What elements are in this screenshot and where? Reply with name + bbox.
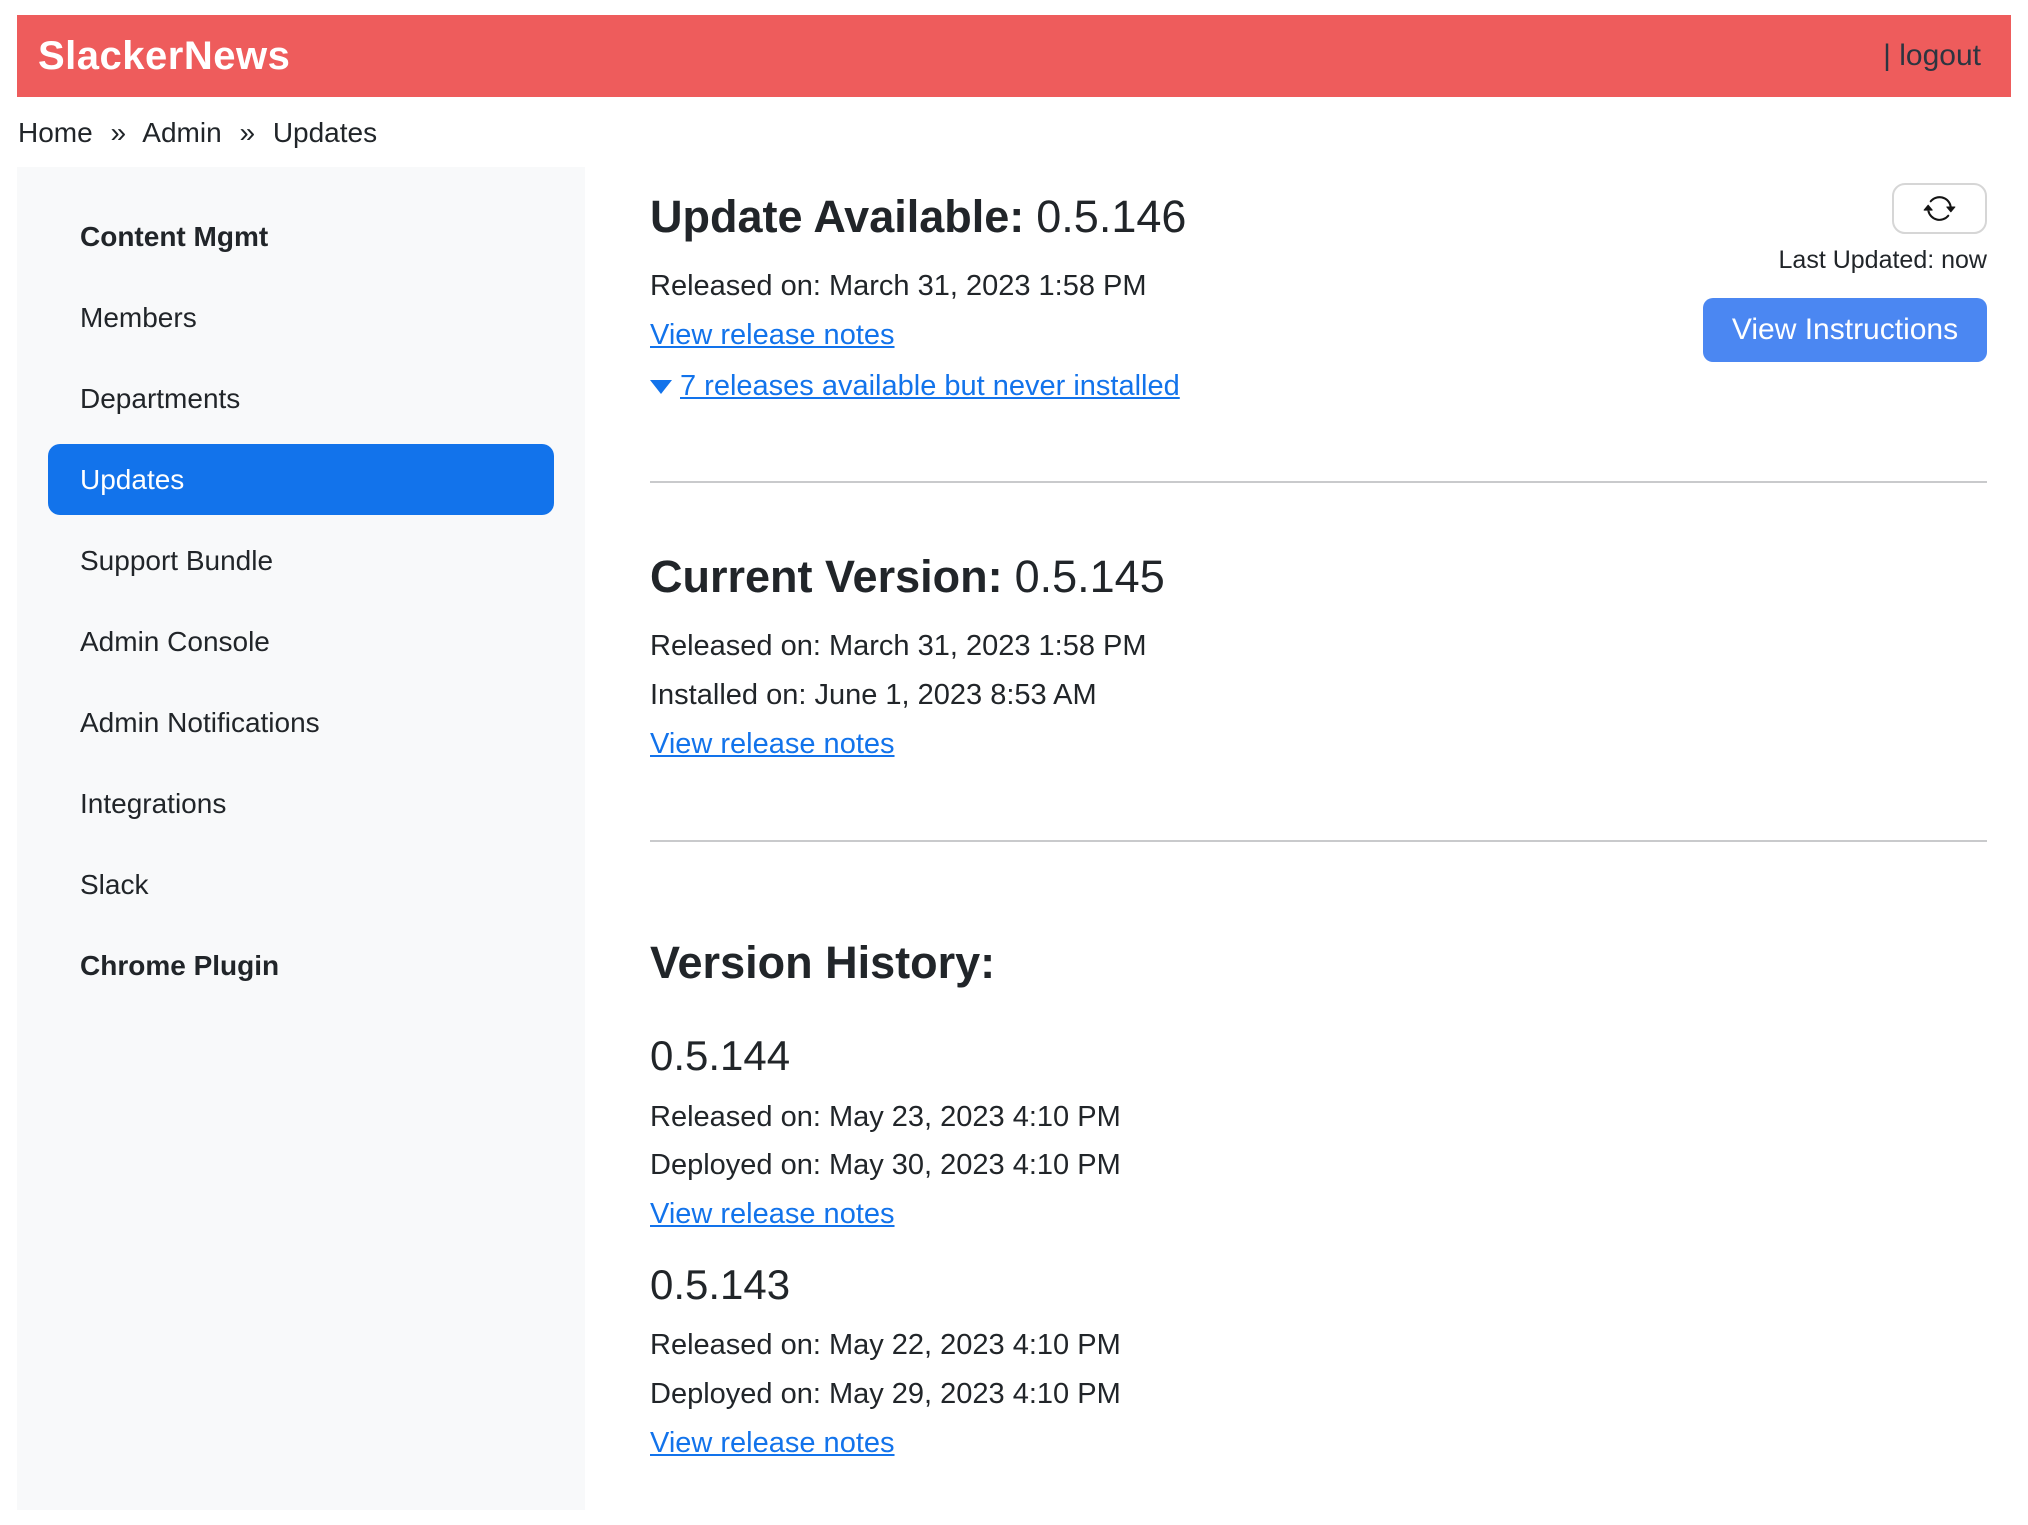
current-version-number: 0.5.145 [1015, 551, 1165, 602]
history-release-notes-link[interactable]: View release notes [650, 1428, 895, 1460]
history-released-text: Released on: May 22, 2023 4:10 PM [650, 1330, 1987, 1362]
never-installed-toggle[interactable]: 7 releases available but never installed [650, 371, 1180, 403]
sidebar-item-slack[interactable]: Slack [48, 849, 554, 920]
sidebar-item-updates[interactable]: Updates [48, 444, 554, 515]
sidebar-item-admin-console[interactable]: Admin Console [48, 606, 554, 677]
current-version-section: Current Version:0.5.145 Released on: Mar… [650, 483, 1987, 777]
history-version-number: 0.5.144 [650, 1033, 1987, 1079]
sidebar-item-admin-notifications[interactable]: Admin Notifications [48, 687, 554, 758]
sidebar-item-chrome-plugin[interactable]: Chrome Plugin [48, 930, 554, 1001]
last-updated-text: Last Updated: now [1703, 246, 1987, 275]
history-deployed-text: Deployed on: May 29, 2023 4:10 PM [650, 1379, 1987, 1411]
breadcrumb: Home » Admin » Updates [0, 97, 2028, 167]
version-history-entry: 0.5.144 Released on: May 23, 2023 4:10 P… [650, 1033, 1987, 1248]
breadcrumb-item-updates: Updates [273, 117, 377, 148]
update-release-notes-link[interactable]: View release notes [650, 320, 895, 352]
sidebar-item-members[interactable]: Members [48, 282, 554, 353]
breadcrumb-separator: » [239, 117, 255, 148]
page-layout: Content Mgmt Members Departments Updates… [17, 167, 2011, 1510]
sidebar-nav: Content Mgmt Members Departments Updates… [17, 167, 585, 1510]
never-installed-label: 7 releases available but never installed [680, 370, 1180, 402]
sidebar-item-support-bundle[interactable]: Support Bundle [48, 525, 554, 596]
history-released-text: Released on: May 23, 2023 4:10 PM [650, 1102, 1987, 1134]
app-header: SlackerNews | logout [17, 15, 2011, 97]
view-instructions-button[interactable]: View Instructions [1703, 298, 1987, 362]
current-version-label: Current Version: [650, 551, 1003, 602]
history-release-notes-link[interactable]: View release notes [650, 1199, 895, 1231]
update-available-label: Update Available: [650, 191, 1024, 242]
current-release-notes-link[interactable]: View release notes [650, 729, 895, 761]
history-deployed-text: Deployed on: May 30, 2023 4:10 PM [650, 1150, 1987, 1182]
sidebar-item-content-mgmt[interactable]: Content Mgmt [48, 201, 554, 272]
current-installed-text: Installed on: June 1, 2023 8:53 AM [650, 680, 1987, 712]
version-history-entry: 0.5.143 Released on: May 22, 2023 4:10 P… [650, 1262, 1987, 1477]
breadcrumb-item-home[interactable]: Home [18, 117, 93, 148]
breadcrumb-item-admin[interactable]: Admin [142, 117, 221, 148]
update-available-version: 0.5.146 [1036, 191, 1186, 242]
version-history-section: Version History: 0.5.144 Released on: Ma… [650, 842, 1987, 1477]
current-version-heading: Current Version:0.5.145 [650, 551, 1987, 603]
brand-title[interactable]: SlackerNews [38, 34, 290, 79]
logout-link[interactable]: | logout [1883, 39, 1981, 73]
current-released-text: Released on: March 31, 2023 1:58 PM [650, 631, 1987, 663]
history-version-number: 0.5.143 [650, 1262, 1987, 1308]
update-tools: Last Updated: now View Instructions [1703, 183, 1987, 362]
version-history-heading: Version History: [650, 938, 1987, 988]
caret-down-icon [650, 380, 672, 394]
sidebar-item-integrations[interactable]: Integrations [48, 768, 554, 839]
main-content: Last Updated: now View Instructions Upda… [585, 167, 2011, 1510]
refresh-icon [1923, 192, 1956, 225]
breadcrumb-separator: » [110, 117, 126, 148]
sidebar-item-departments[interactable]: Departments [48, 363, 554, 434]
refresh-button[interactable] [1892, 183, 1987, 234]
